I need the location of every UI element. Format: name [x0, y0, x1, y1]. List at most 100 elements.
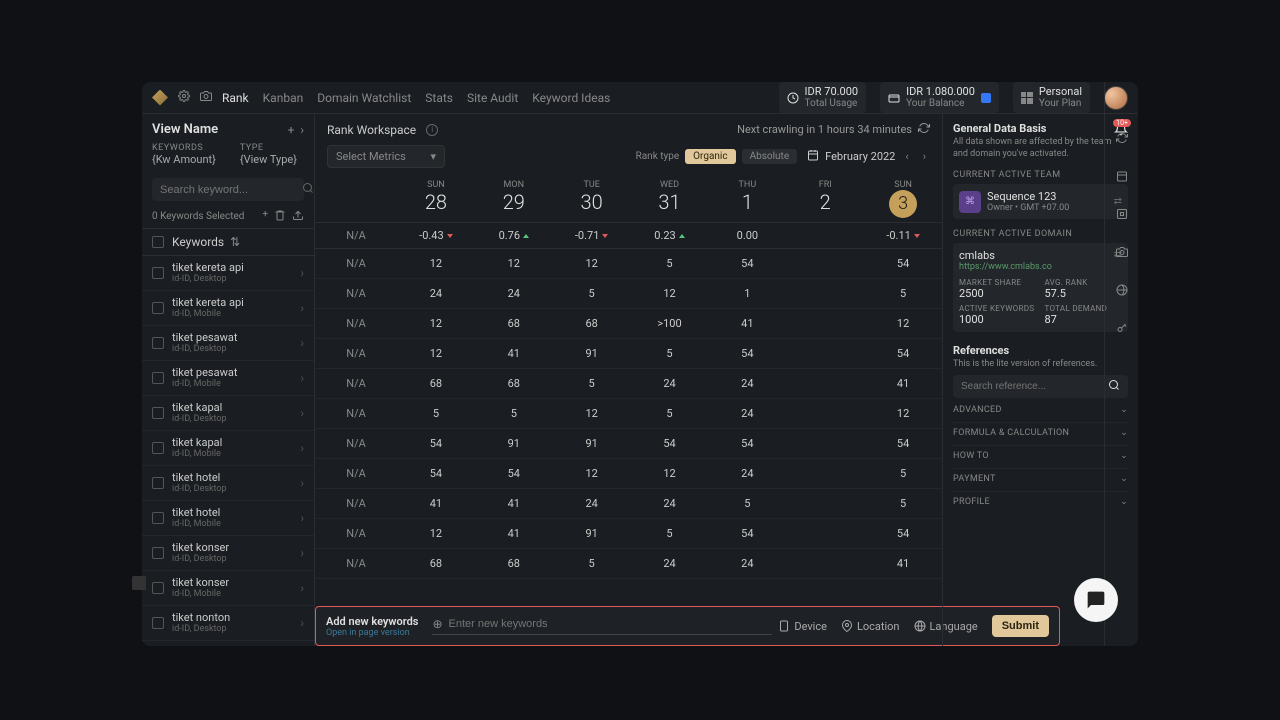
- sort-icon[interactable]: ⇅: [230, 235, 240, 249]
- rank-cell[interactable]: 24: [708, 369, 786, 399]
- rank-cell[interactable]: 54: [864, 519, 942, 549]
- rank-cell[interactable]: [786, 369, 864, 399]
- keyword-row[interactable]: tiket kereta apiid-ID, Mobile›: [142, 291, 314, 326]
- nav-keyword-ideas[interactable]: Keyword Ideas: [532, 91, 610, 105]
- rank-cell[interactable]: [786, 309, 864, 339]
- usage-badge[interactable]: IDR 70.000Total Usage: [779, 82, 867, 113]
- rail-report-icon[interactable]: [1114, 206, 1130, 222]
- rank-cell[interactable]: 5: [864, 489, 942, 519]
- keyword-checkbox[interactable]: [152, 267, 164, 279]
- rank-cell[interactable]: 5: [631, 399, 709, 429]
- current-month[interactable]: February 2022: [825, 150, 895, 163]
- rank-cell[interactable]: 5: [475, 399, 553, 429]
- gear-icon[interactable]: [178, 90, 190, 105]
- rank-cell[interactable]: 24: [475, 279, 553, 309]
- keyword-row[interactable]: tiket kereta apiid-ID, Desktop›: [142, 256, 314, 291]
- rank-cell[interactable]: 91: [553, 339, 631, 369]
- rank-cell[interactable]: 12: [631, 279, 709, 309]
- rank-cell[interactable]: 24: [631, 369, 709, 399]
- rank-cell[interactable]: >100: [631, 309, 709, 339]
- nav-rank[interactable]: Rank: [222, 91, 249, 105]
- nav-stats[interactable]: Stats: [425, 91, 453, 105]
- rank-cell[interactable]: 1: [708, 279, 786, 309]
- keyword-row[interactable]: tiket hotelid-ID, Desktop›: [142, 466, 314, 501]
- rank-cell[interactable]: 5: [864, 279, 942, 309]
- rank-cell[interactable]: 54: [708, 339, 786, 369]
- accordion-item[interactable]: FORMULA & CALCULATION⌄: [953, 422, 1128, 443]
- keyword-row[interactable]: tiket konserid-ID, Mobile›: [142, 571, 314, 606]
- chat-fab[interactable]: [1074, 578, 1118, 622]
- keyword-checkbox[interactable]: [152, 337, 164, 349]
- keyword-checkbox[interactable]: [152, 442, 164, 454]
- plan-badge[interactable]: PersonalYour Plan: [1013, 82, 1090, 113]
- rank-cell[interactable]: 12: [397, 519, 475, 549]
- rank-cell[interactable]: 5: [864, 459, 942, 489]
- rank-cell[interactable]: 12: [553, 399, 631, 429]
- rank-cell[interactable]: 5: [631, 519, 709, 549]
- accordion-item[interactable]: ADVANCED⌄: [953, 400, 1128, 420]
- rank-cell[interactable]: 41: [864, 369, 942, 399]
- add-keyword-icon[interactable]: +: [262, 209, 268, 224]
- domain-card[interactable]: ⇄ cmlabs https://www.cmlabs.co MARKET SH…: [953, 243, 1128, 332]
- rank-cell[interactable]: 91: [553, 519, 631, 549]
- rank-cell[interactable]: [786, 459, 864, 489]
- rail-camera-icon[interactable]: [1114, 244, 1130, 260]
- new-keywords-input[interactable]: [449, 618, 773, 630]
- keyword-search[interactable]: [152, 178, 304, 201]
- keyword-checkbox[interactable]: [152, 582, 164, 594]
- rank-cell[interactable]: 54: [864, 249, 942, 279]
- rank-cell[interactable]: 54: [708, 249, 786, 279]
- keyword-checkbox[interactable]: [152, 512, 164, 524]
- keyword-row[interactable]: tiket konserid-ID, Desktop›: [142, 536, 314, 571]
- accordion-item[interactable]: HOW TO⌄: [953, 445, 1128, 466]
- refresh-icon[interactable]: [918, 122, 930, 137]
- next-view-icon[interactable]: ›: [300, 123, 304, 137]
- rank-cell[interactable]: 12: [475, 249, 553, 279]
- keyword-search-input[interactable]: [160, 184, 302, 196]
- rail-calendar-icon[interactable]: [1114, 168, 1130, 184]
- rank-cell[interactable]: [786, 339, 864, 369]
- delete-keyword-icon[interactable]: [274, 209, 286, 224]
- rank-cell[interactable]: 41: [397, 489, 475, 519]
- add-view-icon[interactable]: +: [288, 123, 295, 137]
- rank-cell[interactable]: 5: [553, 369, 631, 399]
- rank-cell[interactable]: 5: [631, 339, 709, 369]
- rank-cell[interactable]: 54: [397, 429, 475, 459]
- rank-cell[interactable]: [786, 399, 864, 429]
- balance-badge[interactable]: IDR 1.080.000Your Balance: [880, 82, 999, 113]
- rank-cell[interactable]: 54: [708, 429, 786, 459]
- rank-cell[interactable]: 24: [553, 489, 631, 519]
- rank-cell[interactable]: 54: [475, 459, 553, 489]
- rank-cell[interactable]: 24: [708, 459, 786, 489]
- rank-cell[interactable]: 41: [475, 339, 553, 369]
- keyword-checkbox[interactable]: [152, 547, 164, 559]
- rail-refresh-icon[interactable]: [1114, 130, 1130, 146]
- keyword-checkbox[interactable]: [152, 477, 164, 489]
- keyword-checkbox[interactable]: [152, 372, 164, 384]
- rank-cell[interactable]: 68: [475, 369, 553, 399]
- rank-cell[interactable]: 68: [397, 549, 475, 579]
- rank-cell[interactable]: 12: [397, 309, 475, 339]
- keyword-row[interactable]: tiket pesawatid-ID, Desktop›: [142, 326, 314, 361]
- rank-type-organic[interactable]: Organic: [685, 149, 735, 164]
- rank-cell[interactable]: [786, 429, 864, 459]
- location-option[interactable]: Location: [841, 620, 900, 633]
- rank-cell[interactable]: 68: [397, 369, 475, 399]
- next-period[interactable]: ›: [919, 150, 930, 163]
- rank-cell[interactable]: 41: [475, 519, 553, 549]
- camera-icon[interactable]: [200, 90, 212, 105]
- rank-cell[interactable]: 12: [631, 459, 709, 489]
- nav-kanban[interactable]: Kanban: [263, 91, 304, 105]
- collapse-handle[interactable]: [132, 576, 146, 590]
- rank-cell[interactable]: 91: [475, 429, 553, 459]
- select-all-checkbox[interactable]: [152, 236, 164, 248]
- rank-cell[interactable]: 41: [475, 489, 553, 519]
- rank-cell[interactable]: 24: [397, 279, 475, 309]
- rank-cell[interactable]: 54: [864, 429, 942, 459]
- select-metrics-dropdown[interactable]: Select Metrics ▾: [327, 145, 445, 168]
- keyword-row[interactable]: tiket pesawatid-ID, Mobile›: [142, 361, 314, 396]
- keyword-row[interactable]: tiket hotelid-ID, Mobile›: [142, 501, 314, 536]
- rank-cell[interactable]: 41: [864, 549, 942, 579]
- app-logo[interactable]: [152, 90, 168, 106]
- rank-cell[interactable]: 5: [631, 249, 709, 279]
